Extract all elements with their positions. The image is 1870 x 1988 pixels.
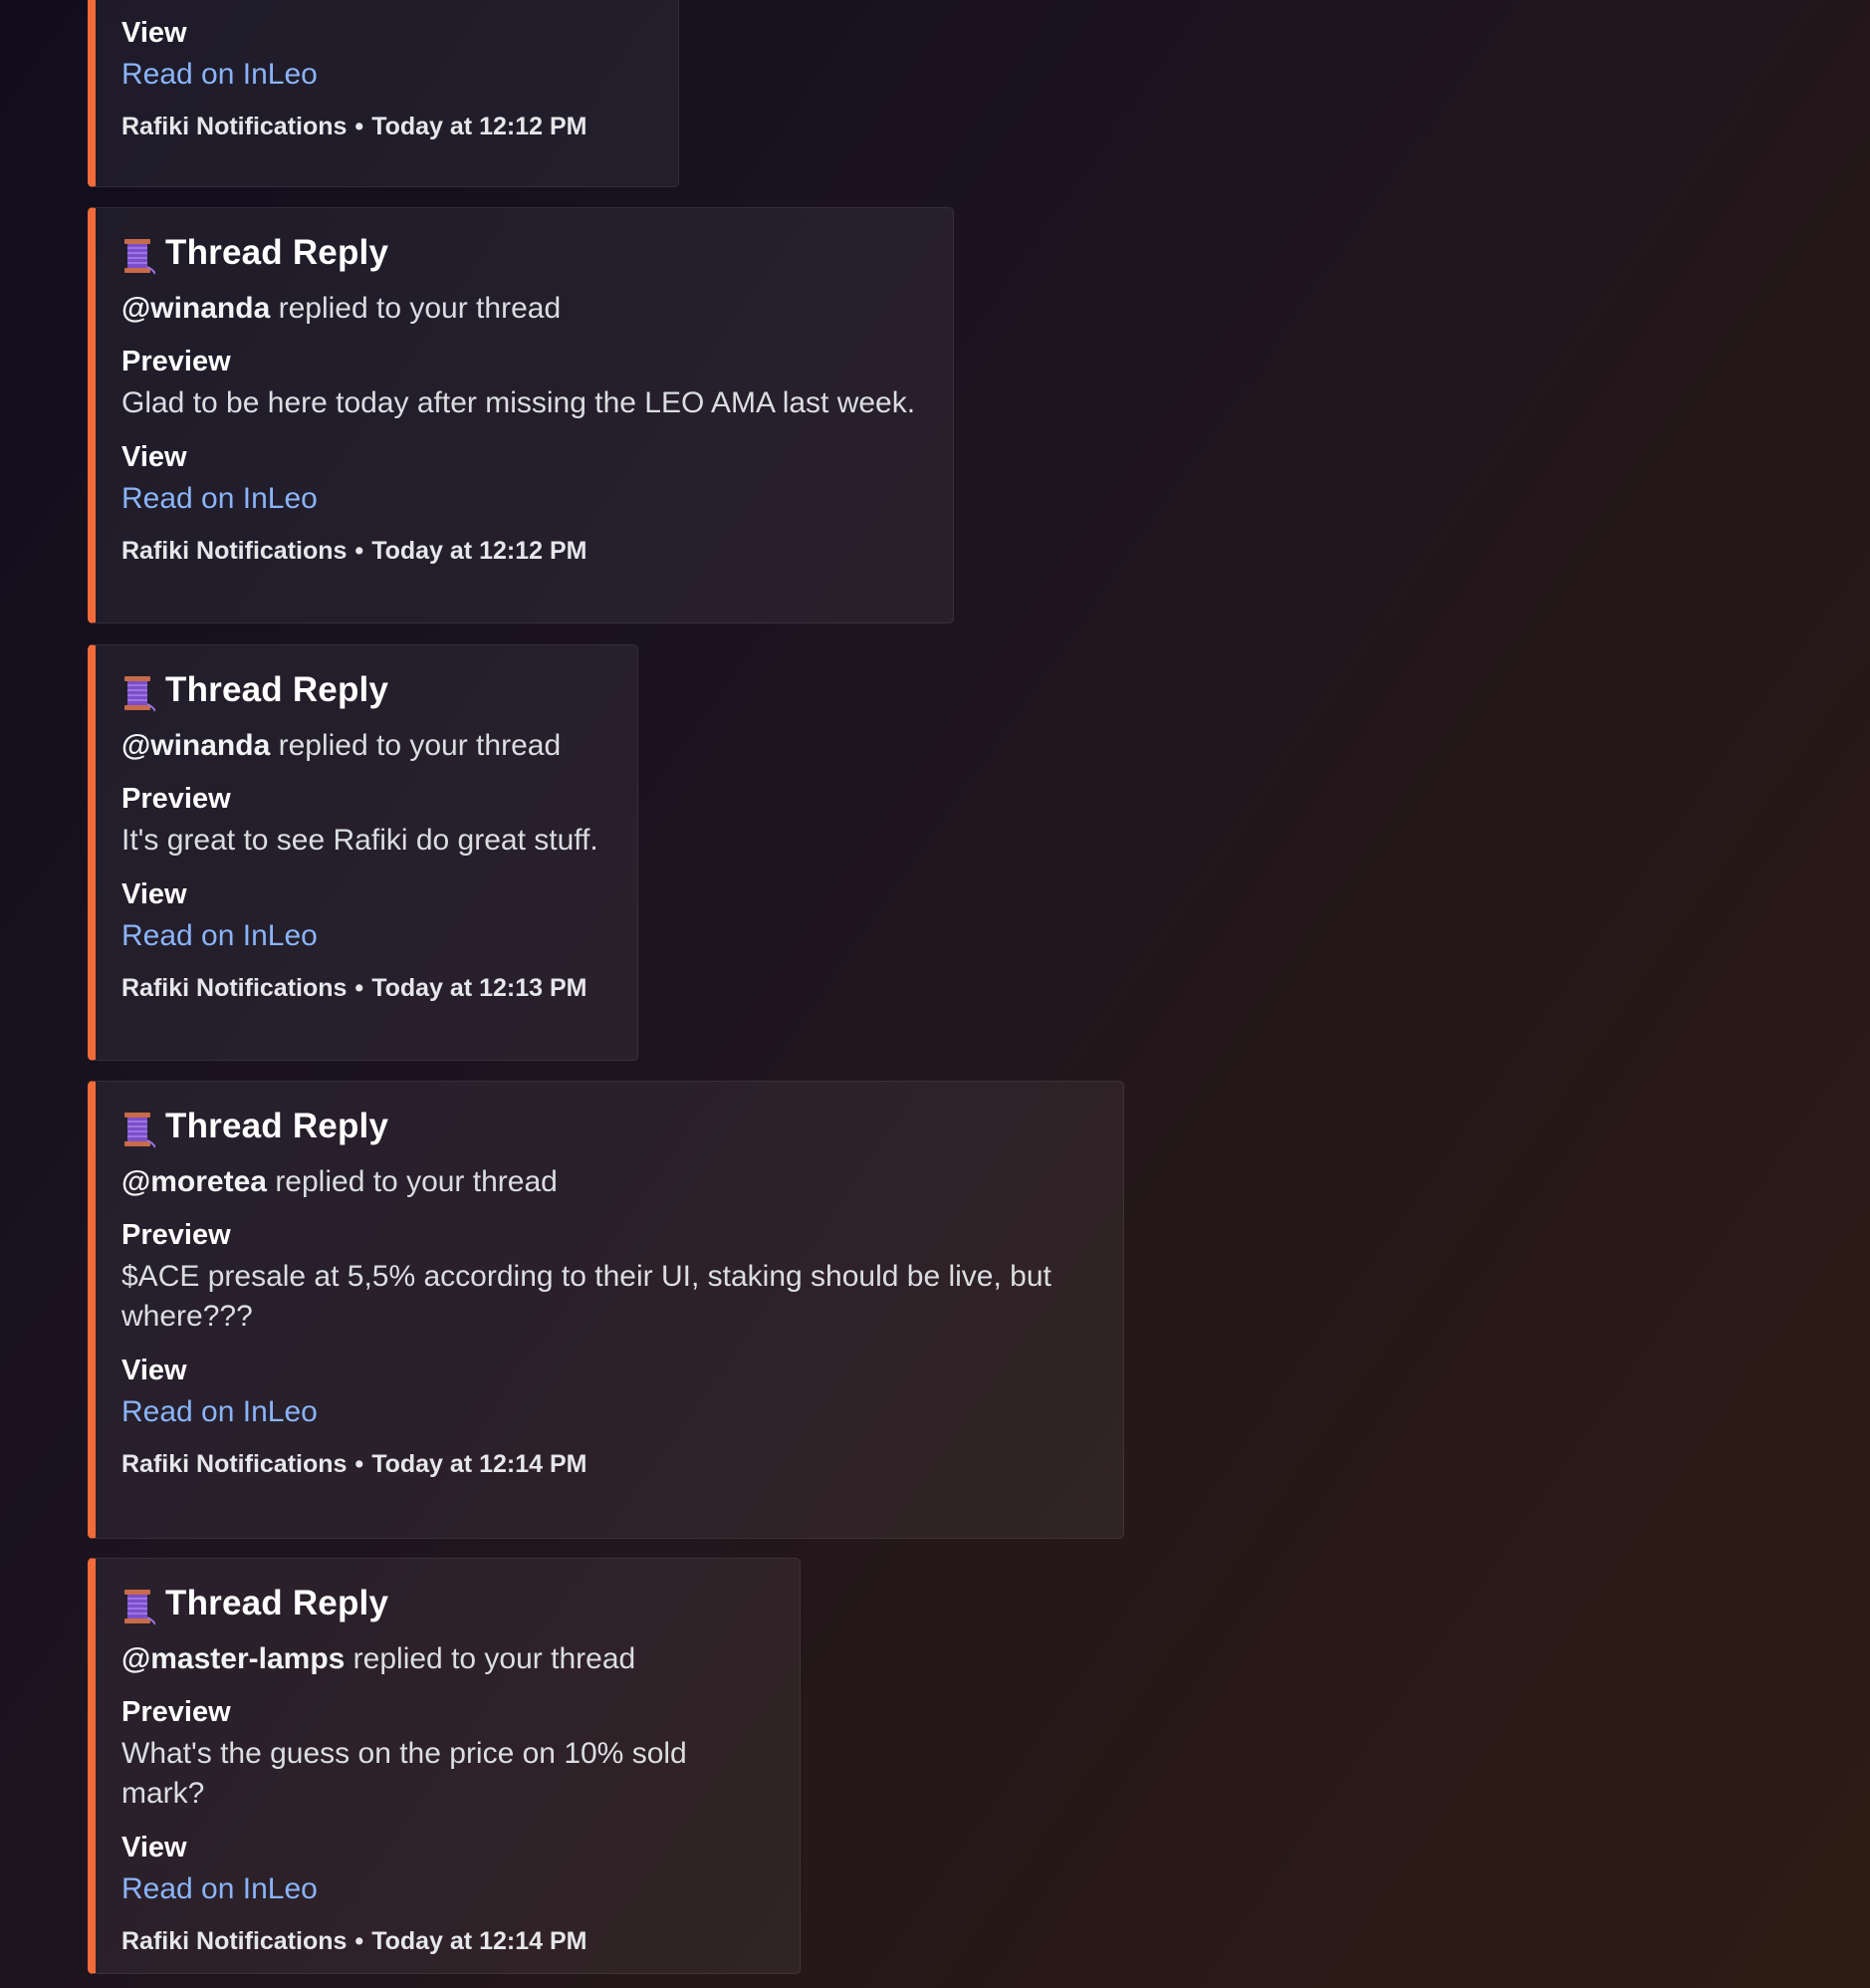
- notification-embed-partial: View Read on InLeo Rafiki Notifications •…: [88, 0, 679, 187]
- embed-footer: Rafiki Notifications • Today at 12:13 PM: [121, 972, 613, 1004]
- footer-separator: •: [354, 1450, 364, 1478]
- embed-title: Thread Reply: [165, 233, 389, 272]
- read-on-inleo-link[interactable]: Read on InLeo: [121, 479, 318, 519]
- footer-timestamp: Today at 12:12 PM: [371, 113, 587, 140]
- preview-field-label: Preview: [121, 1696, 231, 1728]
- view-field-label: View: [121, 1355, 187, 1386]
- read-on-inleo-link[interactable]: Read on InLeo: [121, 55, 318, 95]
- action-text: replied to your thread: [345, 1642, 636, 1675]
- footer-source: Rafiki Notifications: [121, 974, 348, 1002]
- embed-title-row: Thread Reply: [121, 232, 929, 275]
- view-field-label: View: [121, 1832, 187, 1864]
- embed-footer: Rafiki Notifications • Today at 12:14 PM: [121, 1925, 776, 1957]
- view-field-label: View: [121, 441, 187, 473]
- footer-separator: •: [354, 113, 364, 140]
- footer-timestamp: Today at 12:14 PM: [371, 1927, 587, 1955]
- footer-separator: •: [354, 537, 364, 565]
- embed-footer: Rafiki Notifications • Today at 12:12 PM: [121, 535, 929, 567]
- action-text: replied to your thread: [266, 1165, 558, 1198]
- action-text: replied to your thread: [270, 292, 562, 325]
- thread-spool-icon: [124, 1590, 155, 1625]
- embed-title-row: Thread Reply: [121, 669, 613, 712]
- username-mention[interactable]: @winanda: [121, 729, 270, 762]
- view-field-label: View: [121, 17, 187, 49]
- username-mention[interactable]: @winanda: [121, 292, 270, 325]
- preview-field-label: Preview: [121, 1219, 231, 1251]
- preview-text: Glad to be here today after missing the …: [121, 386, 916, 419]
- notification-embed: Thread Reply @winanda replied to your th…: [88, 644, 638, 1061]
- preview-text: It's great to see Rafiki do great stuff.: [121, 824, 598, 857]
- embed-footer: Rafiki Notifications • Today at 12:14 PM: [121, 1448, 1099, 1480]
- embed-title-row: Thread Reply: [121, 1106, 1099, 1148]
- read-on-inleo-link[interactable]: Read on InLeo: [121, 1869, 318, 1909]
- preview-text: What's the guess on the price on 10% sol…: [121, 1737, 687, 1810]
- embed-description: @winanda replied to your thread: [121, 727, 613, 765]
- preview-field-label: Preview: [121, 783, 231, 815]
- footer-timestamp: Today at 12:14 PM: [371, 1450, 587, 1478]
- thread-spool-icon: [124, 239, 155, 275]
- footer-timestamp: Today at 12:12 PM: [371, 537, 587, 565]
- embed-title: Thread Reply: [165, 1584, 389, 1622]
- view-field-label: View: [121, 878, 187, 910]
- footer-separator: •: [354, 1927, 364, 1955]
- notification-embed: Thread Reply @winanda replied to your th…: [88, 207, 954, 623]
- footer-source: Rafiki Notifications: [121, 1927, 348, 1955]
- embed-description: @master-lamps replied to your thread: [121, 1640, 776, 1678]
- embed-title-row: Thread Reply: [121, 1583, 776, 1625]
- embed-description: @moretea replied to your thread: [121, 1163, 1099, 1201]
- embed-title: Thread Reply: [165, 670, 389, 709]
- footer-source: Rafiki Notifications: [121, 537, 348, 565]
- notification-embed: Thread Reply @moretea replied to your th…: [88, 1081, 1124, 1539]
- action-text: replied to your thread: [270, 729, 562, 762]
- footer-separator: •: [354, 974, 364, 1002]
- embed-description: @winanda replied to your thread: [121, 290, 929, 328]
- footer-source: Rafiki Notifications: [121, 113, 348, 140]
- preview-text: $ACE presale at 5,5% according to their …: [121, 1260, 1052, 1333]
- thread-spool-icon: [124, 1113, 155, 1148]
- username-mention[interactable]: @moretea: [121, 1165, 267, 1198]
- embed-title: Thread Reply: [165, 1107, 389, 1145]
- read-on-inleo-link[interactable]: Read on InLeo: [121, 916, 318, 956]
- username-mention[interactable]: @master-lamps: [121, 1642, 345, 1675]
- notification-embed: Thread Reply @master-lamps replied to yo…: [88, 1558, 801, 1974]
- footer-source: Rafiki Notifications: [121, 1450, 348, 1478]
- thread-spool-icon: [124, 676, 155, 712]
- footer-timestamp: Today at 12:13 PM: [371, 974, 587, 1002]
- embed-footer: Rafiki Notifications • Today at 12:12 PM: [121, 111, 654, 142]
- preview-field-label: Preview: [121, 346, 231, 377]
- read-on-inleo-link[interactable]: Read on InLeo: [121, 1392, 318, 1432]
